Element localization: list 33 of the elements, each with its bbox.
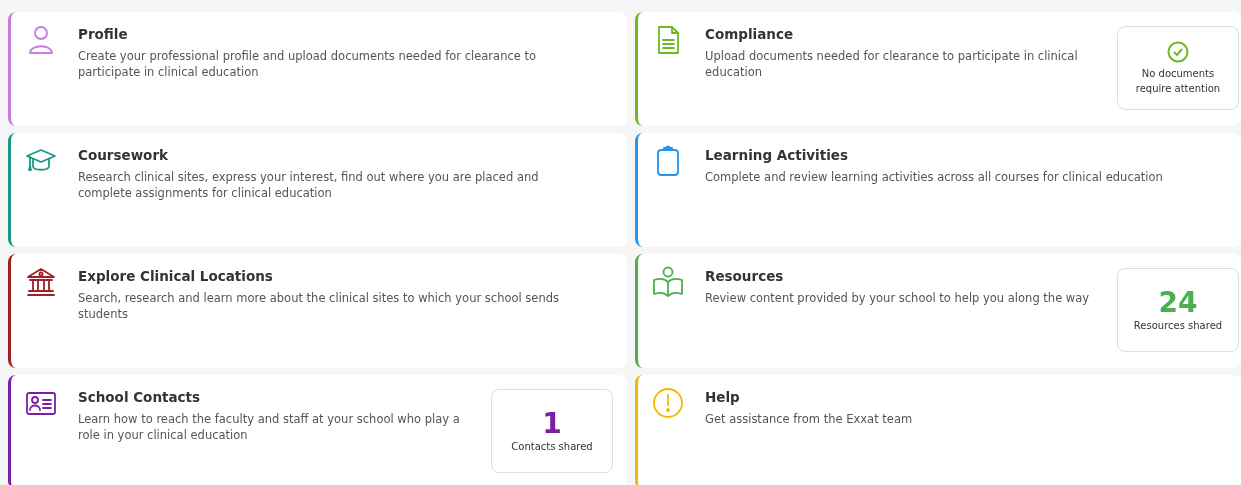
dashboard-card[interactable]: Coursework Research clinical sites, express your interest, find out where you are placed and complete assignments for clinical education bbox=[8, 133, 627, 247]
stat-label: Resources shared bbox=[1133, 318, 1223, 333]
card-title: Profile bbox=[78, 26, 128, 42]
card-description: Search, research and learn more about the clinical sites to which your school sends students bbox=[78, 290, 560, 322]
card-description: Learn how to reach the faculty and staff at your school who play a role in your clinical education bbox=[78, 411, 461, 443]
card-title: Explore Clinical Locations bbox=[78, 268, 273, 284]
stat-count: 24 bbox=[1158, 287, 1198, 318]
card-description: Upload documents needed for clearance to participate in clinical education bbox=[705, 48, 1079, 80]
dashboard-card[interactable]: School Contacts Learn how to reach the faculty and staff at your school who play a role in your clinical education 1 Contacts shared bbox=[8, 375, 627, 485]
card-description: Research clinical sites, express your interest, find out where you are placed and complete assignments for clinical education bbox=[78, 169, 540, 201]
check-circle-icon bbox=[1167, 40, 1189, 63]
dashboard-card[interactable]: Explore Clinical Locations Search, research and learn more about the clinical sites to which your school sends students bbox=[8, 254, 627, 368]
building-icon bbox=[25, 266, 57, 298]
card-title: Learning Activities bbox=[705, 147, 848, 163]
stat-label: No documents require attention bbox=[1134, 66, 1222, 96]
card-description: Get assistance from the Exxat team bbox=[705, 411, 914, 427]
card-title: Help bbox=[705, 389, 740, 405]
exclamation-icon bbox=[652, 387, 684, 419]
card-title: School Contacts bbox=[78, 389, 201, 405]
dashboard-card[interactable]: Resources Review content provided by your school to help you along the way 24 Resources shared bbox=[635, 254, 1241, 368]
dashboard-card[interactable]: Compliance Upload documents needed for clearance to participate in clinical education No documents require attention bbox=[635, 12, 1241, 126]
card-title: Coursework bbox=[78, 147, 169, 163]
card-description: Create your professional profile and upload documents needed for clearance to participate in clinical education bbox=[78, 48, 538, 80]
reading-person-icon bbox=[652, 266, 684, 298]
card-title: Resources bbox=[705, 268, 784, 284]
card-description: Review content provided by your school to help you along the way bbox=[705, 290, 1091, 306]
card-title: Compliance bbox=[705, 26, 794, 42]
dashboard-card[interactable]: Profile Create your professional profile and upload documents needed for clearance to participate in clinical education bbox=[8, 12, 627, 126]
dashboard-card[interactable]: Learning Activities Complete and review learning activities across all courses for clinical education bbox=[635, 133, 1241, 247]
card-description: Complete and review learning activities across all courses for clinical education bbox=[705, 169, 1164, 185]
stat-count: 1 bbox=[542, 408, 562, 439]
stat-label: Contacts shared bbox=[511, 439, 593, 454]
dashboard-card[interactable]: Help Get assistance from the Exxat team bbox=[635, 375, 1241, 485]
